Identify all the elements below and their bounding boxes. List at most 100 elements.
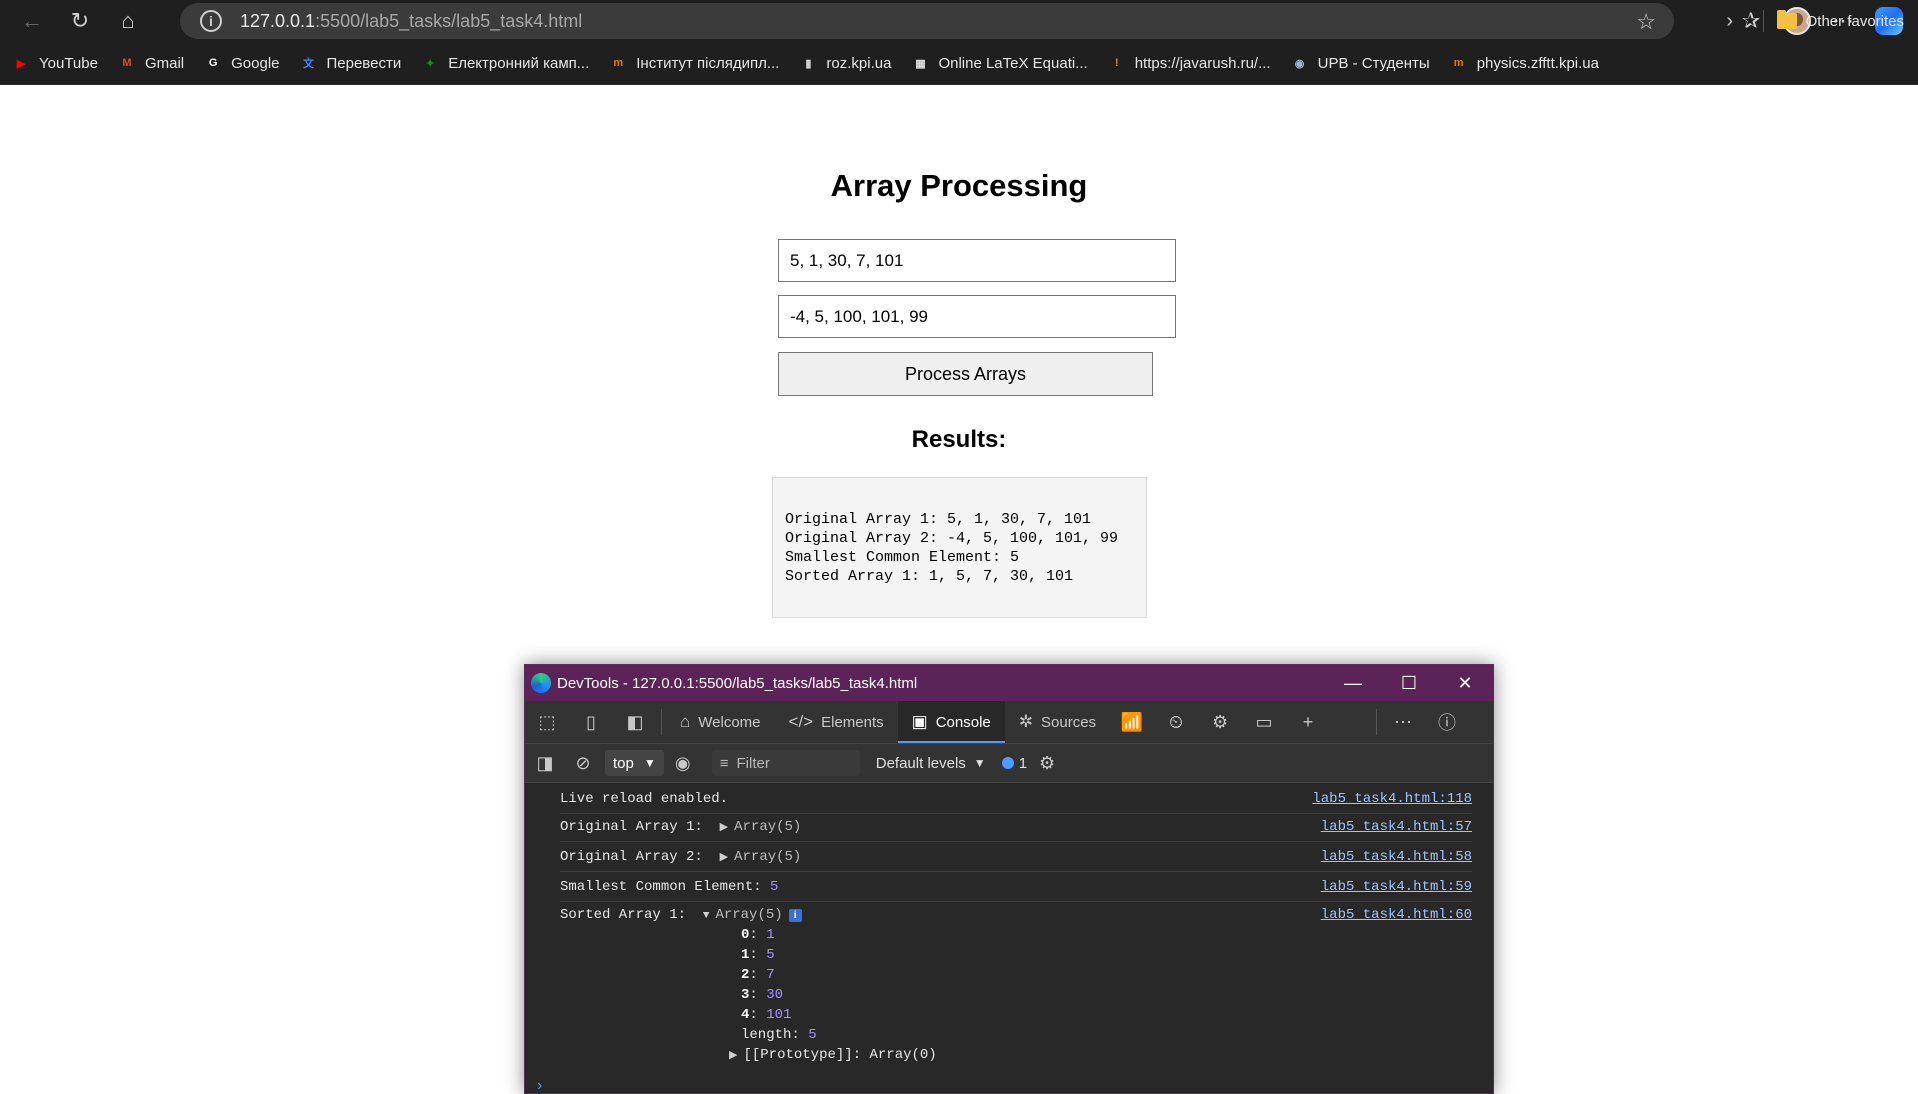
source-link[interactable]: lab5_task4.html:57 [1321, 819, 1472, 835]
site-info-icon[interactable]: i [200, 10, 222, 32]
array-object[interactable]: Array(5) [734, 849, 801, 865]
collapse-arrow-icon[interactable]: ▼ [703, 910, 710, 922]
bookmark-favicon-icon: ▮ [805, 57, 812, 70]
device-emulation-icon[interactable]: ▯ [569, 701, 613, 743]
length-label: length [741, 1027, 792, 1043]
expand-arrow-icon[interactable]: ▶ [720, 822, 728, 834]
source-link[interactable]: lab5_task4.html:58 [1321, 849, 1472, 865]
application-icon[interactable]: ▭ [1242, 701, 1286, 743]
bookmark-item[interactable]: ◉ UPB - Студенты [1291, 54, 1430, 72]
bookmark-item[interactable]: M Gmail [118, 54, 184, 72]
dropdown-arrow-icon: ▼ [973, 756, 986, 770]
bookmark-item[interactable]: m physics.zfftt.kpi.ua [1450, 54, 1599, 72]
live-expression-eye-icon[interactable]: ◉ [664, 742, 702, 784]
array-prototype[interactable]: ▶ [[Prototype]]: Array(0) [729, 1047, 937, 1067]
separator: : [749, 927, 767, 943]
bookmark-item[interactable]: ▮ roz.kpi.ua [799, 54, 891, 72]
maximize-icon[interactable]: ☐ [1381, 665, 1437, 701]
process-arrays-button[interactable]: Process Arrays [778, 352, 1153, 396]
array-object[interactable]: Array(5) [734, 819, 801, 835]
bookmark-favicon-icon: m [613, 57, 624, 69]
clear-console-icon[interactable]: ⊘ [565, 742, 601, 784]
settings-gear-icon[interactable]: ⚙ [1198, 701, 1242, 743]
source-link[interactable]: lab5_task4.html:118 [1312, 791, 1472, 807]
bookmark-item[interactable]: ▦ Online LaTeX Equati... [911, 54, 1087, 72]
expand-arrow-icon[interactable]: ▶ [729, 1050, 737, 1062]
star-icon[interactable]: ☆ [1636, 9, 1656, 35]
bookmark-favicon-icon: ✦ [425, 57, 435, 70]
context-select[interactable]: top ▼ [605, 750, 664, 776]
bookmark-item[interactable]: ▶ YouTube [12, 54, 98, 72]
info-icon[interactable]: i [788, 909, 802, 922]
refresh-icon[interactable]: ↻ [60, 1, 100, 41]
message-label: Sorted Array 1: [560, 907, 695, 923]
chevron-right-icon[interactable]: › [1726, 0, 1733, 42]
bookmark-favicon-icon: M [122, 57, 132, 69]
console-message: Live reload enabled. lab5_task4.html:118 [560, 791, 1472, 814]
back-arrow-icon[interactable]: ← [12, 1, 52, 41]
entry-value: 1 [766, 927, 775, 943]
page-title: Array Processing [830, 168, 1088, 203]
source-link[interactable]: lab5_task4.html:59 [1321, 879, 1472, 895]
home-icon[interactable]: ⌂ [108, 1, 148, 41]
tab-label: Welcome [698, 713, 761, 731]
other-favorites[interactable]: Other favorites [1776, 0, 1904, 42]
array2-input[interactable] [778, 295, 1176, 338]
sidebar-toggle-icon[interactable]: ◨ [525, 742, 565, 784]
tab-label: Sources [1041, 713, 1097, 731]
minimize-icon[interactable]: — [1325, 665, 1381, 701]
bookmark-favicon-icon: ▶ [16, 57, 26, 70]
bookmark-favicon-icon: 文 [303, 58, 314, 70]
filter-input[interactable]: ≡ Filter [711, 750, 860, 776]
bookmark-item[interactable]: 文 Перевести [300, 54, 401, 72]
console-toolbar: ◨ ⊘ top ▼ ◉ ≡ Filter Default levels ▼ 1 ⚙ [525, 744, 1493, 783]
devtools-tabs: ⬚ ▯ ◧ ⌂ Welcome </> Elements ▣ Console ✲ Sou… [525, 701, 1493, 744]
array-object[interactable]: Array(5) [715, 907, 782, 923]
prototype-label: [[Prototype]] [743, 1047, 853, 1063]
more-icon[interactable]: ⋯ [1381, 701, 1425, 743]
favorites-icon[interactable]: ✰ [1728, 0, 1774, 42]
bookmark-item[interactable]: ✦ Електронний камп... [421, 54, 590, 72]
url-host: 127.0.0.1 [240, 10, 316, 31]
devtools-titlebar[interactable]: DevTools - 127.0.0.1:5500/lab5_tasks/lab… [525, 665, 1493, 701]
help-icon[interactable]: ⓘ [1425, 701, 1469, 743]
url-text[interactable]: 127.0.0.1:5500/lab5_tasks/lab5_task4.htm… [240, 11, 582, 32]
issues-count: 1 [1018, 754, 1028, 772]
separator: : [749, 967, 767, 983]
bookmark-item[interactable]: ! https://javarush.ru/... [1108, 54, 1271, 72]
separator: : [749, 1007, 767, 1023]
tab-console[interactable]: ▣ Console [897, 701, 1005, 743]
divider [1376, 709, 1378, 735]
performance-icon[interactable]: ⏲ [1154, 701, 1198, 743]
network-icon[interactable]: 📶 [1110, 701, 1154, 743]
add-tab-icon[interactable]: + [1286, 701, 1330, 743]
array-entry: 1: 5 [741, 947, 937, 967]
issues-counter[interactable]: 1 [1001, 754, 1028, 772]
console-prompt-icon[interactable]: › [537, 1077, 542, 1093]
tab-welcome[interactable]: ⌂ Welcome [666, 701, 775, 743]
expand-arrow-icon[interactable]: ▶ [720, 852, 728, 864]
tab-sources[interactable]: ✲ Sources [1005, 701, 1110, 743]
dock-icon[interactable]: ◧ [613, 701, 657, 743]
address-bar[interactable]: i 127.0.0.1:5500/lab5_tasks/lab5_task4.h… [180, 3, 1674, 39]
bookmark-label: roz.kpi.ua [826, 54, 892, 72]
separator: : [852, 1047, 870, 1063]
bookmark-item[interactable]: G Google [204, 54, 280, 72]
console-settings-icon[interactable]: ⚙ [1027, 742, 1067, 784]
source-link[interactable]: lab5_task4.html:60 [1321, 907, 1472, 923]
bookmark-label: Gmail [144, 54, 185, 72]
bookmark-item[interactable]: m Інститут післядипл... [609, 54, 779, 72]
message-value: 5 [770, 879, 779, 895]
bookmark-label: YouTube [39, 54, 98, 72]
array1-input[interactable] [778, 239, 1176, 282]
close-icon[interactable]: ✕ [1437, 665, 1493, 701]
log-levels-dropdown[interactable]: Default levels ▼ [876, 755, 986, 772]
tab-label: Elements [821, 713, 884, 731]
entry-value: 30 [766, 987, 784, 1003]
message-label: Original Array 1: [560, 819, 712, 835]
message-bubble-icon [1001, 757, 1014, 769]
tab-elements[interactable]: </> Elements [775, 701, 898, 743]
other-favorites-label: Other favorites [1805, 12, 1904, 30]
inspect-icon[interactable]: ⬚ [525, 701, 569, 743]
filter-placeholder: Filter [736, 754, 770, 772]
